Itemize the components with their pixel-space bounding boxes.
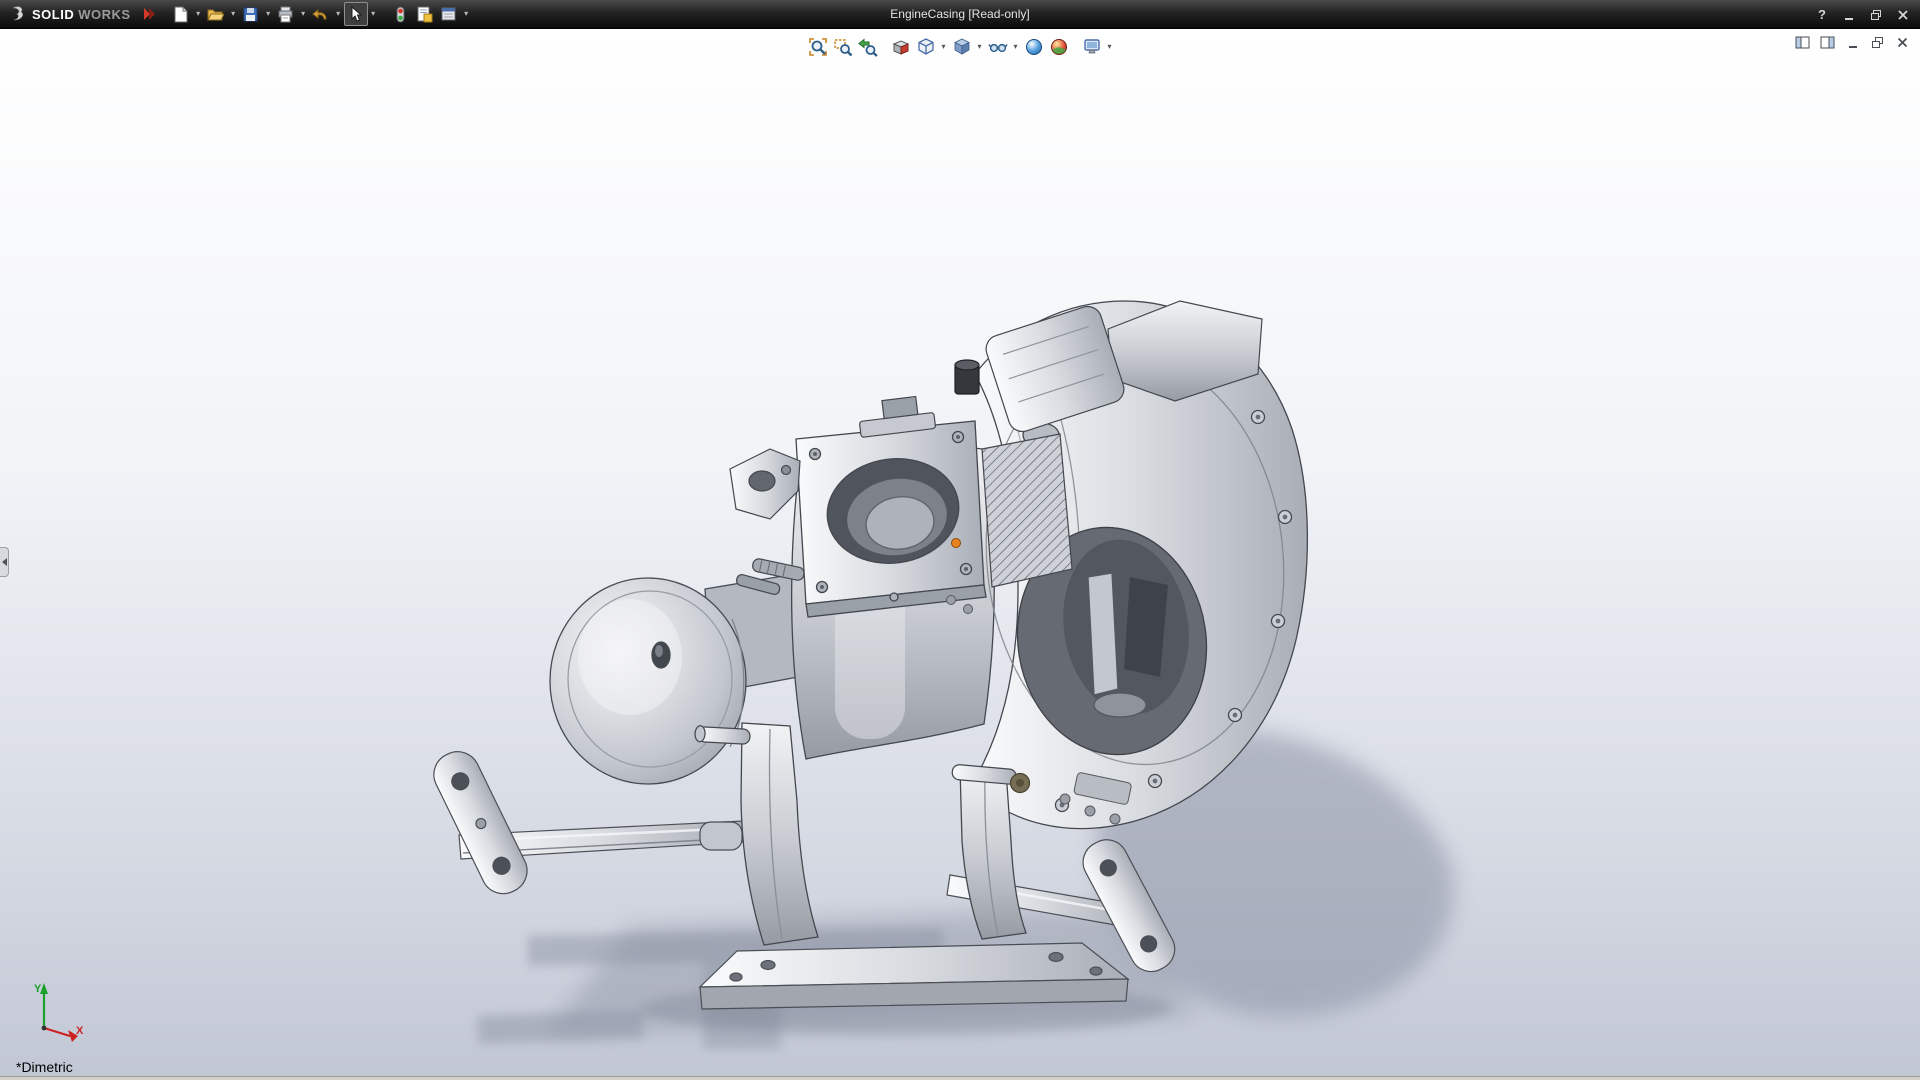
restore-button[interactable] (1867, 6, 1885, 24)
restore-icon (1870, 9, 1882, 21)
restore-document-button[interactable] (1869, 35, 1886, 50)
triad-y-label: Y (34, 983, 42, 995)
view-cube-icon (916, 37, 936, 57)
pane-left-icon (1795, 36, 1810, 49)
title-bar: SOLID WORKS ▾ ▾ (0, 0, 1920, 29)
scene-ball-icon (1049, 37, 1069, 57)
solidworks-logo: SOLID WORKS (0, 5, 137, 23)
triad-x-label: X (76, 1025, 84, 1037)
close-icon (1897, 9, 1909, 21)
ds-swirl-icon (8, 5, 28, 23)
section-view-icon (891, 37, 911, 57)
color-ball-icon (1024, 37, 1044, 57)
logo-text-solid: SOLID (32, 7, 74, 22)
zoom-to-area-icon (833, 37, 853, 57)
minimize-icon (1843, 9, 1855, 21)
open-folder-icon (207, 6, 224, 23)
undo-dropdown[interactable]: ▾ (333, 2, 344, 26)
pane-right-icon (1820, 36, 1835, 49)
new-document-icon (172, 6, 189, 23)
display-style-button[interactable] (949, 34, 974, 59)
monitor-icon (1082, 37, 1102, 57)
file-properties-icon (416, 6, 433, 23)
view-settings-button[interactable] (1079, 34, 1104, 59)
new-button[interactable] (169, 2, 193, 26)
close-icon (1896, 36, 1909, 49)
restore-icon (1871, 36, 1884, 49)
mounting-plate (796, 421, 986, 617)
file-properties-button[interactable] (413, 2, 437, 26)
pane-left-button[interactable] (1794, 35, 1811, 50)
view-settings-dropdown[interactable]: ▾ (1104, 34, 1115, 59)
section-view-button[interactable] (888, 34, 913, 59)
select-cursor-icon (347, 6, 364, 23)
options-dropdown[interactable]: ▾ (461, 2, 472, 26)
undo-button[interactable] (309, 2, 333, 26)
help-button[interactable]: ? (1813, 6, 1831, 24)
selection-point[interactable] (952, 539, 961, 548)
rebuild-button[interactable] (389, 2, 413, 26)
solidworks-window: SOLID WORKS ▾ ▾ (0, 0, 1920, 1080)
section-hatch-face (982, 434, 1072, 587)
display-style-dropdown[interactable]: ▾ (974, 34, 985, 59)
hide-show-items-button[interactable] (985, 34, 1010, 59)
document-window-controls (1794, 35, 1911, 50)
select-dropdown[interactable]: ▾ (368, 2, 379, 26)
open-dropdown[interactable]: ▾ (228, 2, 239, 26)
minimize-button[interactable] (1840, 6, 1858, 24)
view-orientation-dropdown[interactable]: ▾ (938, 34, 949, 59)
previous-view-button[interactable] (855, 34, 880, 59)
stand-legs (741, 723, 1026, 945)
minimize-document-button[interactable] (1844, 35, 1861, 50)
stand-base (700, 943, 1128, 1009)
close-document-button[interactable] (1894, 35, 1911, 50)
logo-accent-icon (143, 7, 155, 21)
document-title: EngineCasing [Read-only] (890, 7, 1029, 21)
orientation-triad: Y X (14, 978, 86, 1050)
options-button[interactable] (437, 2, 461, 26)
zoom-to-area-button[interactable] (830, 34, 855, 59)
save-icon (242, 6, 259, 23)
graphics-area[interactable]: ▾ ▾ ▾ (0, 29, 1920, 1076)
print-icon (277, 6, 294, 23)
view-orientation-button[interactable] (913, 34, 938, 59)
open-button[interactable] (204, 2, 228, 26)
save-dropdown[interactable]: ▾ (263, 2, 274, 26)
zoom-to-fit-button[interactable] (805, 34, 830, 59)
edit-appearance-button[interactable] (1021, 34, 1046, 59)
window-controls: ? (1813, 0, 1912, 29)
panel-collapse-handle[interactable] (0, 547, 9, 577)
options-icon (440, 6, 457, 23)
logo-text-works: WORKS (78, 7, 130, 22)
hide-show-items-dropdown[interactable]: ▾ (1010, 34, 1021, 59)
main-toolbar: ▾ ▾ ▾ (169, 2, 472, 26)
glasses-icon (988, 37, 1008, 57)
undo-icon (312, 6, 329, 23)
print-button[interactable] (274, 2, 298, 26)
rebuild-traffic-light-icon (392, 6, 409, 23)
minimize-icon (1846, 36, 1859, 49)
close-button[interactable] (1894, 6, 1912, 24)
shaded-cube-icon (952, 37, 972, 57)
previous-view-icon (858, 37, 878, 57)
view-orientation-label: *Dimetric (16, 1059, 73, 1075)
collapse-arrow-icon (2, 558, 7, 566)
zoom-to-fit-icon (808, 37, 828, 57)
print-dropdown[interactable]: ▾ (298, 2, 309, 26)
save-button[interactable] (239, 2, 263, 26)
new-dropdown[interactable]: ▾ (193, 2, 204, 26)
pane-right-button[interactable] (1819, 35, 1836, 50)
apply-scene-button[interactable] (1046, 34, 1071, 59)
window-resize-strip (0, 1076, 1920, 1080)
heads-up-view-toolbar: ▾ ▾ ▾ (805, 34, 1115, 59)
select-button[interactable] (344, 2, 368, 26)
engine-casing-model[interactable] (0, 29, 1920, 1076)
